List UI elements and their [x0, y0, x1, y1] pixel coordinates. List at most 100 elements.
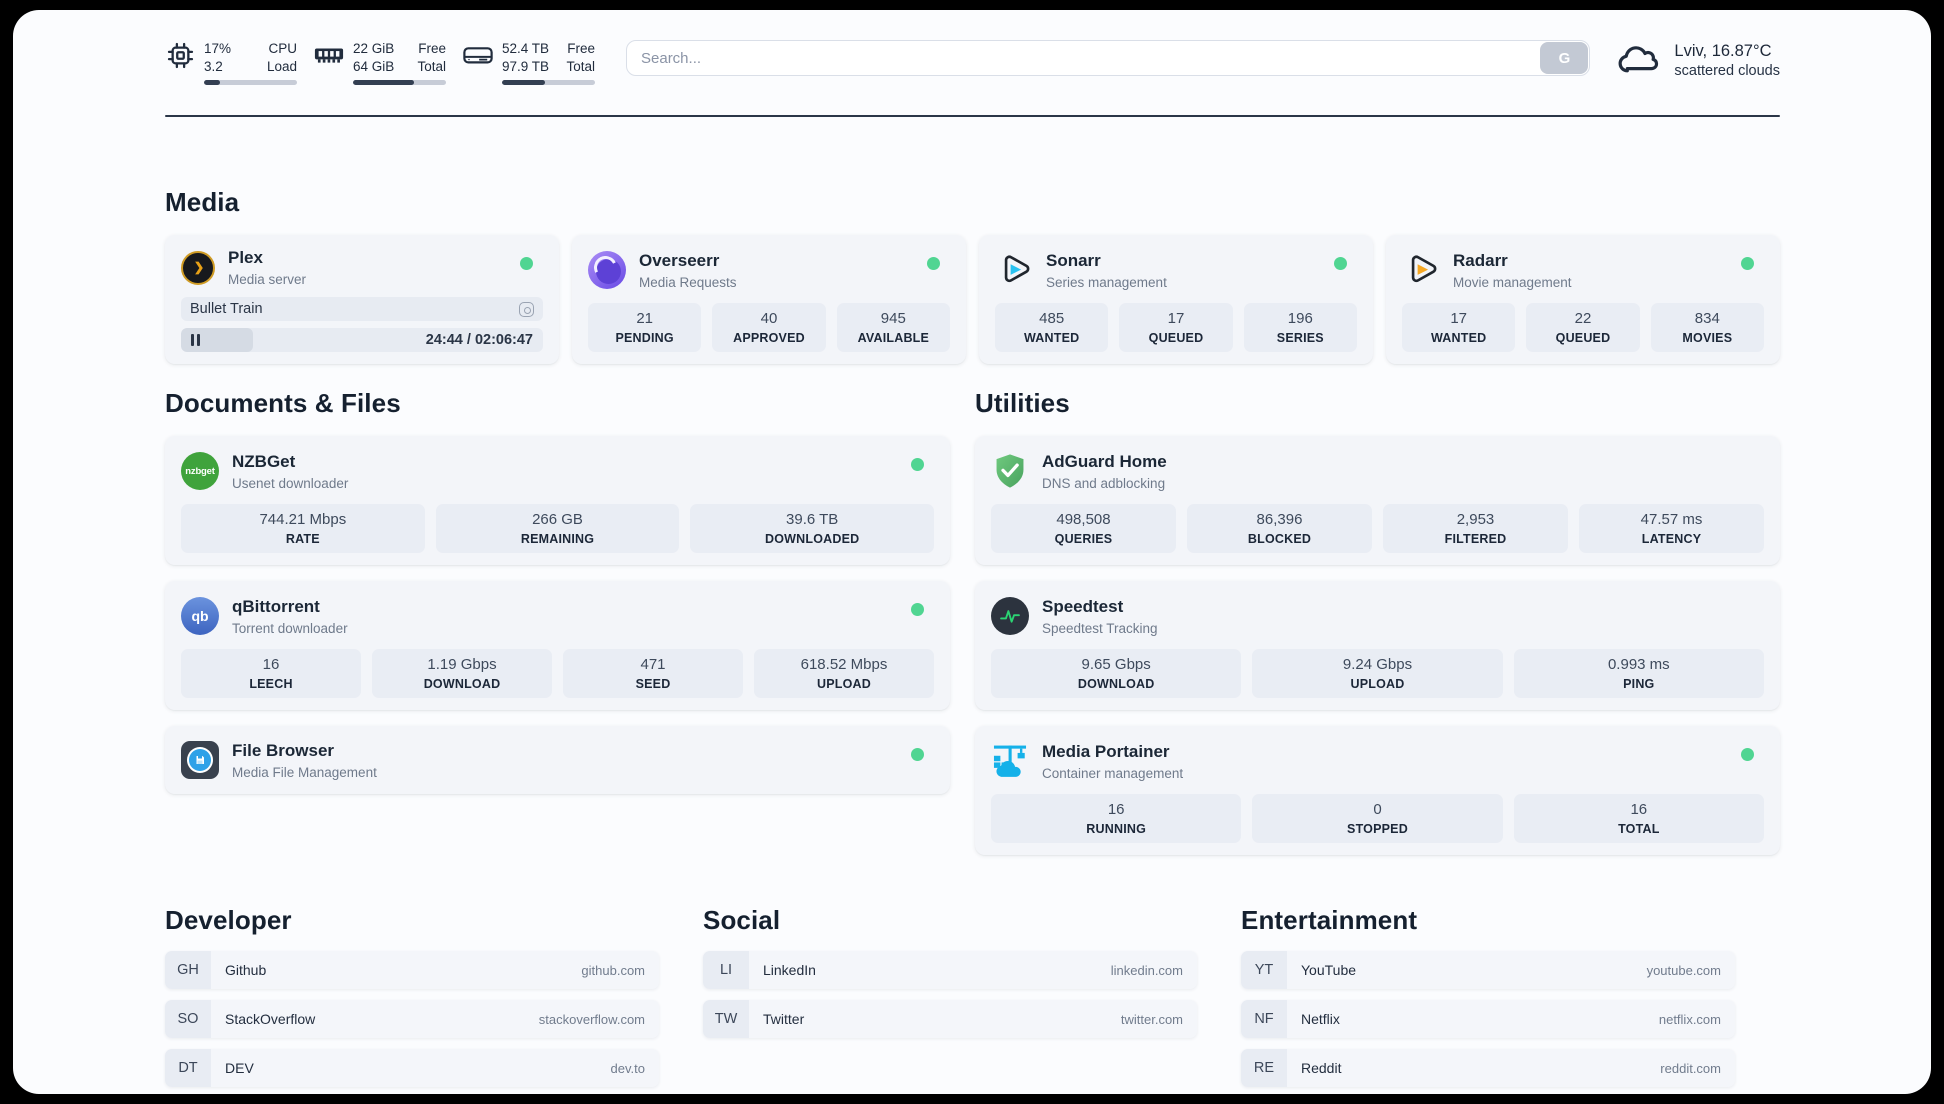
bookmark-name: Reddit	[1301, 1060, 1342, 1076]
bookmark-row-github[interactable]: GH Github github.com	[165, 951, 659, 989]
stat-label: STOPPED	[1347, 822, 1408, 836]
stat-label: PING	[1623, 677, 1655, 691]
service-subtitle: DNS and adblocking	[1042, 475, 1166, 491]
bookmark-row-youtube[interactable]: YT YouTube youtube.com	[1241, 951, 1735, 989]
bookmark-row-reddit[interactable]: RE Reddit reddit.com	[1241, 1049, 1735, 1087]
utilities-column: Utilities AdGuard Home DNS and adblockin…	[975, 386, 1780, 855]
bookmark-abbr: LI	[703, 951, 749, 989]
bookmark-group-social: Social LI LinkedIn linkedin.com TW Twitt…	[703, 903, 1197, 1087]
stat-box: 834 MOVIES	[1650, 303, 1764, 352]
card-sonarr[interactable]: Sonarr Series management 485 WANTED 17 Q…	[979, 235, 1373, 364]
stat-value: 22	[1574, 310, 1592, 327]
stat-label: UPLOAD	[1350, 677, 1405, 691]
search-engine-button[interactable]: G	[1540, 42, 1589, 74]
bookmark-url: dev.to	[610, 1060, 645, 1076]
pause-button[interactable]	[191, 334, 200, 346]
adguard-icon	[991, 452, 1029, 490]
playback-time: 24:44 / 02:06:47	[425, 332, 533, 348]
cpu-load-value: 3.2	[204, 58, 223, 74]
bookmark-row-stackoverflow[interactable]: SO StackOverflow stackoverflow.com	[165, 1000, 659, 1038]
stat-box: 47.57 ms LATENCY	[1579, 504, 1764, 553]
plex-icon	[181, 250, 215, 285]
service-name: NZBGet	[232, 451, 296, 471]
card-nzbget[interactable]: nzbget NZBGet Usenet downloader 744.21 M…	[165, 436, 950, 565]
stat-box: 744.21 Mbps RATE	[181, 504, 425, 553]
service-subtitle: Media Requests	[639, 274, 737, 290]
cpu-widget: 17% 3.2 CPU Load	[165, 40, 297, 85]
stat-box: 22 QUEUED	[1526, 303, 1640, 352]
stat-value: 39.6 TB	[786, 511, 839, 528]
service-subtitle: Torrent downloader	[232, 620, 348, 636]
stat-box: 2,953 FILTERED	[1383, 504, 1568, 553]
bookmark-name: LinkedIn	[763, 962, 816, 978]
stat-box: 0.993 ms PING	[1513, 649, 1764, 698]
stat-value: 16	[1107, 801, 1125, 818]
weather-condition: scattered clouds	[1674, 62, 1780, 79]
memory-total: 64 GiB	[353, 58, 395, 74]
stat-label: RATE	[285, 532, 320, 546]
bookmark-url: reddit.com	[1660, 1060, 1721, 1076]
bookmark-abbr: RE	[1241, 1049, 1287, 1087]
service-subtitle: Media server	[228, 272, 307, 287]
service-subtitle: Media File Management	[232, 764, 377, 780]
bookmark-name: StackOverflow	[225, 1011, 316, 1027]
service-subtitle: Speedtest Tracking	[1042, 620, 1158, 636]
card-qbittorrent[interactable]: qb qBittorrent Torrent downloader 16 LEE…	[165, 581, 950, 710]
service-subtitle: Movie management	[1453, 274, 1572, 290]
stat-label: DOWNLOADED	[765, 532, 860, 546]
card-filebrowser[interactable]: File Browser Media File Management	[165, 726, 950, 794]
stat-value: 266 GB	[532, 511, 583, 528]
stat-label: SEED	[635, 677, 671, 691]
stat-label: DOWNLOAD	[423, 677, 501, 691]
card-radarr[interactable]: Radarr Movie management 17 WANTED 22 QUE…	[1386, 235, 1780, 364]
stat-box: 498,508 QUERIES	[991, 504, 1176, 553]
stat-label: PENDING	[615, 331, 674, 345]
bookmark-abbr: TW	[703, 1000, 749, 1038]
stat-label: LEECH	[249, 677, 293, 691]
bookmark-abbr: DT	[165, 1049, 211, 1087]
card-overseerr[interactable]: Overseerr Media Requests 21 PENDING 40 A…	[572, 235, 966, 364]
card-speedtest[interactable]: Speedtest Speedtest Tracking 9.65 Gbps D…	[975, 581, 1780, 710]
stat-box: 16 LEECH	[181, 649, 361, 698]
stat-value: 744.21 Mbps	[259, 511, 347, 528]
card-plex[interactable]: Plex Media server Bullet Train 24:44 / 0…	[165, 235, 559, 364]
memory-label-top: Free	[418, 41, 446, 56]
bookmark-row-linkedin[interactable]: LI LinkedIn linkedin.com	[703, 951, 1197, 989]
stat-label: AVAILABLE	[857, 331, 930, 345]
status-dot	[1334, 257, 1347, 270]
bookmark-row-twitter[interactable]: TW Twitter twitter.com	[703, 1000, 1197, 1038]
service-name: Overseerr	[639, 250, 720, 270]
cpu-chip-icon	[165, 40, 195, 70]
section-title-developer: Developer	[165, 905, 292, 935]
bookmark-url: youtube.com	[1646, 962, 1721, 978]
stat-label: SERIES	[1276, 331, 1324, 345]
bookmark-url: linkedin.com	[1110, 962, 1183, 978]
stat-value: 471	[640, 656, 666, 673]
bookmark-abbr: YT	[1241, 951, 1287, 989]
topbar: 17% 3.2 CPU Load 22 GiB 64 GiB Free Tota…	[165, 10, 1780, 86]
stat-value: 618.52 Mbps	[800, 656, 888, 673]
status-dot	[927, 257, 940, 270]
stat-box: 945 AVAILABLE	[836, 303, 950, 352]
memory-usage-bar	[353, 80, 446, 85]
bookmark-row-dev[interactable]: DT DEV dev.to	[165, 1049, 659, 1087]
search-input[interactable]	[626, 40, 1591, 76]
card-portainer[interactable]: Media Portainer Container management 16 …	[975, 726, 1780, 855]
bookmark-row-netflix[interactable]: NF Netflix netflix.com	[1241, 1000, 1735, 1038]
stat-value: 16	[262, 656, 280, 673]
hdd-icon	[463, 40, 493, 70]
stat-value: 945	[880, 310, 906, 327]
memory-label-bottom: Total	[417, 58, 446, 74]
service-name: File Browser	[232, 740, 335, 760]
stat-value: 17	[1450, 310, 1467, 327]
disk-usage-bar	[502, 80, 595, 85]
card-adguard[interactable]: AdGuard Home DNS and adblocking 498,508 …	[975, 436, 1780, 565]
nzbget-icon-text: nzbget	[185, 465, 215, 477]
stat-box: 9.24 Gbps UPLOAD	[1252, 649, 1503, 698]
stat-label: RUNNING	[1086, 822, 1147, 836]
stat-label: BLOCKED	[1247, 532, 1312, 546]
service-subtitle: Container management	[1042, 765, 1184, 781]
cloud-icon	[1616, 40, 1662, 81]
stat-label: QUEUED	[1555, 331, 1611, 345]
stat-label: WANTED	[1430, 331, 1487, 345]
